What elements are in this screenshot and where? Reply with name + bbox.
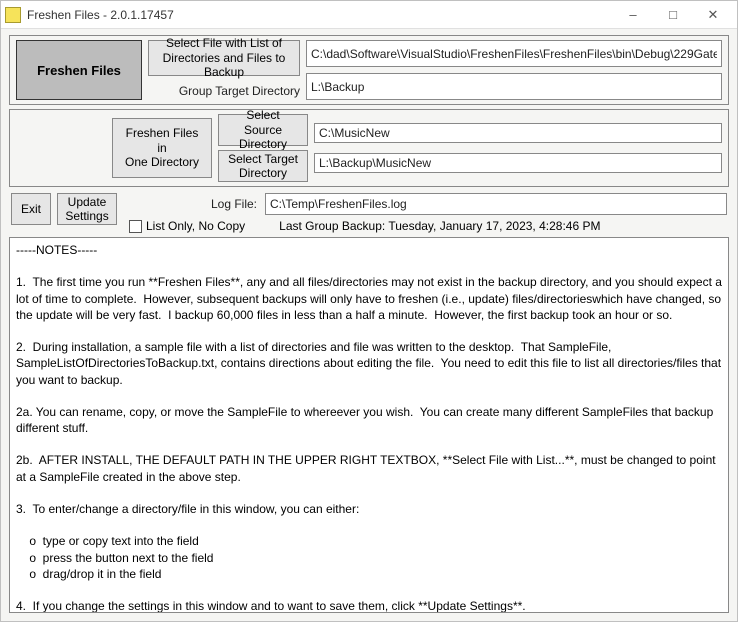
- minimize-button[interactable]: –: [613, 3, 653, 27]
- select-source-directory-button[interactable]: Select Source Directory: [218, 114, 308, 146]
- window-title: Freshen Files - 2.0.1.17457: [27, 8, 613, 22]
- log-file-input[interactable]: [265, 193, 727, 215]
- select-target-directory-button[interactable]: Select Target Directory: [218, 150, 308, 182]
- app-window: Freshen Files - 2.0.1.17457 – □ ✕ Freshe…: [0, 0, 738, 622]
- source-directory-input[interactable]: [314, 123, 722, 143]
- maximize-button[interactable]: □: [653, 3, 693, 27]
- target-directory-input[interactable]: [314, 153, 722, 173]
- app-icon: [5, 7, 21, 23]
- select-file-list-button[interactable]: Select File with List of Directories and…: [148, 40, 300, 76]
- group-backup-panel: Freshen Files Select File with List of D…: [9, 35, 729, 105]
- exit-button[interactable]: Exit: [11, 193, 51, 225]
- bottom-controls: Exit Update Settings Log File: List Only…: [9, 191, 729, 233]
- notes-textarea[interactable]: -----NOTES----- 1. The first time you ru…: [9, 237, 729, 613]
- one-directory-panel: Freshen Files in One Directory Select So…: [9, 109, 729, 187]
- close-button[interactable]: ✕: [693, 3, 733, 27]
- update-settings-button[interactable]: Update Settings: [57, 193, 117, 225]
- log-file-label: Log File:: [123, 197, 257, 211]
- list-only-checkbox-wrap[interactable]: List Only, No Copy: [129, 219, 245, 233]
- file-list-path-input[interactable]: [306, 40, 722, 67]
- freshen-one-directory-button[interactable]: Freshen Files in One Directory: [112, 118, 212, 178]
- group-target-label: Group Target Directory: [148, 82, 300, 98]
- last-backup-label: Last Group Backup: Tuesday, January 17, …: [255, 219, 727, 233]
- list-only-label: List Only, No Copy: [146, 219, 245, 233]
- freshen-files-button[interactable]: Freshen Files: [16, 40, 142, 100]
- titlebar: Freshen Files - 2.0.1.17457 – □ ✕: [1, 1, 737, 29]
- list-only-checkbox[interactable]: [129, 220, 142, 233]
- group-target-path-input[interactable]: [306, 73, 722, 100]
